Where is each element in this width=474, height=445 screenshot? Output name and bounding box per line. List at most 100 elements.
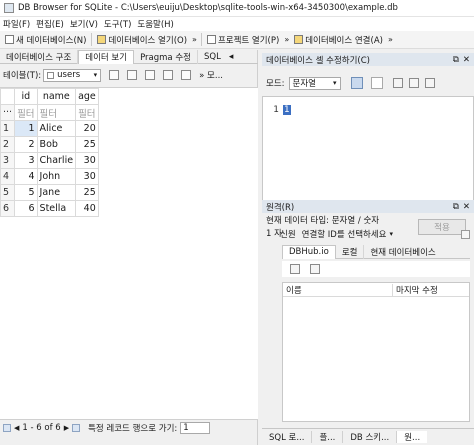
tab-dbhub[interactable]: DBHub.io <box>282 244 336 259</box>
menu-file[interactable]: 파일(F) <box>3 18 30 30</box>
table-row[interactable]: 2 2 Bob 25 <box>0 136 99 153</box>
chevron-down-icon: ▾ <box>389 230 393 238</box>
prev-record-icon[interactable]: ◀ <box>14 424 19 432</box>
next-record-icon[interactable]: ▶ <box>64 424 69 432</box>
delete-record-icon[interactable] <box>181 70 192 80</box>
import-icon[interactable] <box>392 78 403 88</box>
print-icon[interactable] <box>145 70 156 80</box>
edit-cell-panel-header: 데이터베이스 셀 수정하기(C) ⧉ ✕ <box>262 53 474 66</box>
main-tab-area: 데이터베이스 구조 데이터 보기 Pragma 수정 SQL ◂ 테이블(T):… <box>0 49 258 445</box>
column-header-id[interactable]: id <box>14 88 38 105</box>
close-panel-icon[interactable]: ✕ <box>463 202 470 212</box>
remote-title: 원격(R) <box>266 202 295 213</box>
table-row[interactable]: 1 1 Alice 20 <box>0 120 99 137</box>
table-select[interactable]: users ▾ <box>43 68 102 82</box>
tab-browse-data[interactable]: 데이터 보기 <box>78 49 135 64</box>
new-file-icon <box>5 35 14 44</box>
goto-record-input[interactable]: 1 <box>180 421 211 434</box>
insert-record-icon[interactable] <box>163 70 174 80</box>
open-database-button[interactable]: 데이터베이스 열기(O) <box>94 32 190 48</box>
tab-sql-log[interactable]: SQL 로... <box>262 431 313 443</box>
open-project-button[interactable]: 프로젝트 열기(P) <box>204 32 282 48</box>
cell-editor[interactable]: 1 1 <box>262 96 474 208</box>
record-range: 1 - 6 of 6 <box>22 422 61 433</box>
edit-cell-title: 데이터베이스 셀 수정하기(C) <box>266 55 370 66</box>
filter-input-id[interactable]: 필터 <box>14 104 38 121</box>
mode-select[interactable]: 문자열 ▾ <box>288 76 341 90</box>
cell-value-text[interactable]: 1 <box>283 105 291 115</box>
record-navigation-bar: ◀ 1 - 6 of 6 ▶ 특정 레코드 행으로 가기: 1 <box>0 419 258 435</box>
remote-header: 원격(R) ⧉ ✕ <box>262 200 474 213</box>
tab-edit-pragmas[interactable]: Pragma 수정 <box>134 49 198 64</box>
tab-current-database[interactable]: 현재 데이터베이스 <box>364 245 441 259</box>
remote-list-header: 이름 마지막 수정 <box>283 283 469 297</box>
toolbar-overflow-button[interactable]: » <box>190 35 199 44</box>
project-icon <box>206 35 216 44</box>
menu-edit[interactable]: 편집(E) <box>36 18 64 30</box>
table-row[interactable]: 6 6 Stella 40 <box>0 200 99 217</box>
tablebar-overflow-button[interactable]: » 모... <box>199 69 223 81</box>
clone-icon[interactable] <box>310 264 320 274</box>
toolbar-overflow-button-2[interactable]: » <box>282 35 291 44</box>
auto-switch-icon[interactable] <box>350 77 363 89</box>
toolbar-separator <box>200 33 202 46</box>
identity-bar: 신원 연결할 ID를 선택하세요 ▾ <box>280 227 470 241</box>
new-database-button[interactable]: 새 데이터베이스(N) <box>2 32 89 48</box>
menu-view[interactable]: 보기(V) <box>70 18 98 30</box>
table-label: 테이블(T): <box>3 71 42 81</box>
refresh-icon[interactable] <box>109 70 120 80</box>
goto-label: 특정 레코드 행으로 가기: <box>88 423 178 434</box>
column-header-last-modified[interactable]: 마지막 수정 <box>393 284 438 296</box>
menu-tools[interactable]: 도구(T) <box>104 18 131 30</box>
export-icon[interactable] <box>408 78 419 88</box>
filter-row: ··· 필터 필터 필터 <box>0 104 99 121</box>
remote-toolbar <box>282 261 470 277</box>
window-title: DB Browser for SQLite - C:\Users\euiju\D… <box>18 3 398 13</box>
float-panel-icon[interactable]: ⧉ <box>453 55 459 65</box>
float-panel-icon[interactable]: ⧉ <box>453 202 459 212</box>
last-record-icon[interactable] <box>72 423 81 432</box>
tab-local[interactable]: 로컬 <box>336 244 365 259</box>
identity-label: 신원 <box>280 230 296 240</box>
filter-row-number: ··· <box>0 104 16 121</box>
clear-filters-icon[interactable] <box>127 70 138 80</box>
table-row[interactable]: 4 4 John 30 <box>0 168 99 185</box>
tab-remote[interactable]: 원... <box>397 431 428 443</box>
tab-database-structure[interactable]: 데이터베이스 구조 <box>0 49 79 64</box>
data-grid: id name age ··· 필터 필터 필터 1 1 Alice 20 2 … <box>0 87 258 419</box>
tab-plot[interactable]: 플... <box>312 431 344 443</box>
column-header-age[interactable]: age <box>75 88 99 105</box>
menu-help[interactable]: 도움말(H) <box>137 18 173 30</box>
filter-input-age[interactable]: 필터 <box>75 104 99 121</box>
identity-select[interactable]: 연결할 ID를 선택하세요 <box>302 228 387 240</box>
settings-icon[interactable] <box>461 229 470 239</box>
toolbar-separator <box>91 33 93 46</box>
tab-db-schema[interactable]: DB 스키... <box>343 431 398 443</box>
table-row[interactable]: 3 3 Charlie 30 <box>0 152 99 169</box>
connect-icon[interactable] <box>290 264 300 274</box>
line-number: 1 <box>273 105 279 115</box>
editor-line: 1 1 <box>263 105 473 115</box>
menu-bar: 파일(F) 편집(E) 보기(V) 도구(T) 도움말(H) <box>0 17 474 31</box>
open-folder-icon <box>97 35 107 44</box>
remote-file-list: 이름 마지막 수정 <box>282 282 470 422</box>
close-panel-icon[interactable]: ✕ <box>463 55 470 65</box>
tab-execute-sql[interactable]: SQL <box>198 50 227 64</box>
title-bar: DB Browser for SQLite - C:\Users\euiju\D… <box>0 0 474 17</box>
set-null-icon[interactable] <box>424 78 435 88</box>
word-wrap-icon[interactable] <box>370 77 383 89</box>
table-row[interactable]: 5 5 Jane 25 <box>0 184 99 201</box>
mode-label: 모드: <box>266 79 285 89</box>
filter-input-name[interactable]: 필터 <box>36 104 77 121</box>
toolbar-overflow-button-3[interactable]: » <box>386 35 395 44</box>
attach-db-icon <box>294 35 304 44</box>
first-record-icon[interactable] <box>3 423 11 432</box>
edit-cell-panel-buttons: ⧉ ✕ <box>453 55 474 65</box>
attach-database-button[interactable]: 데이터베이스 연결(A) <box>291 32 386 48</box>
corner-cell[interactable] <box>0 88 16 105</box>
tab-scroll-left-button[interactable]: ◂ <box>229 52 234 62</box>
column-header-name[interactable]: 이름 <box>283 283 393 296</box>
chevron-down-icon: ▾ <box>333 79 337 87</box>
table-db-icon <box>47 71 55 79</box>
column-header-name[interactable]: name <box>36 88 77 105</box>
